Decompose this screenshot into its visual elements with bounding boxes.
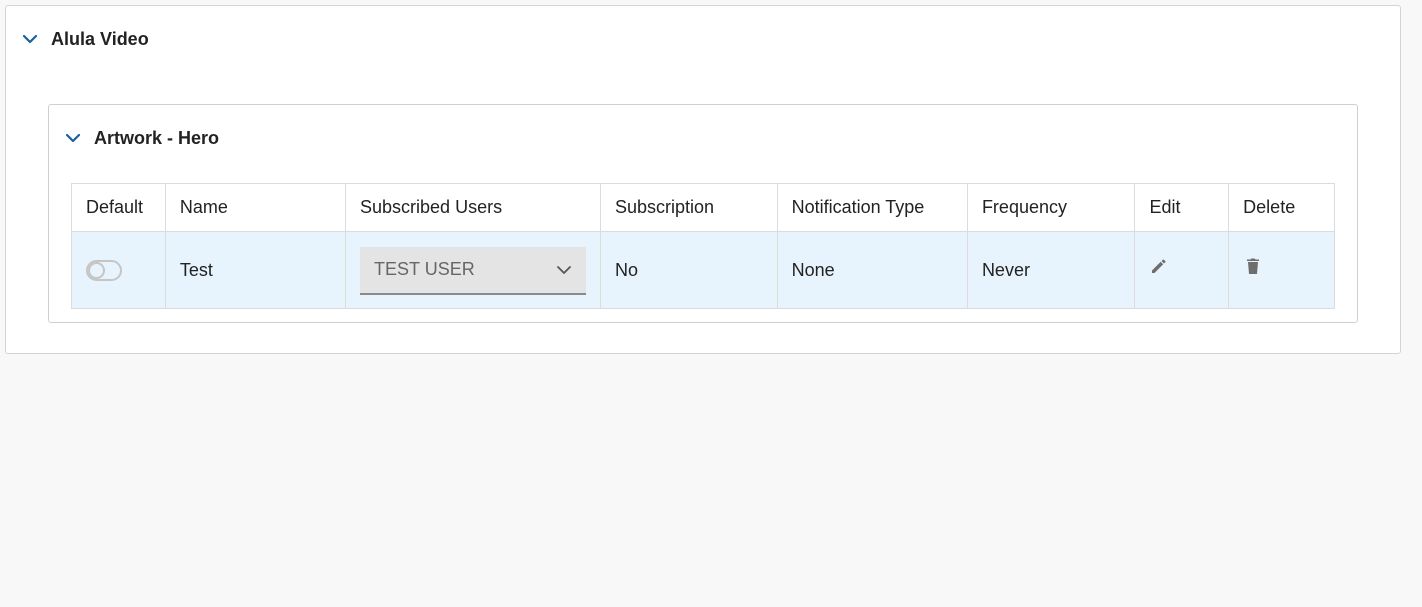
cell-frequency: Never <box>966 231 1136 309</box>
section-header-alula-video[interactable]: Alula Video <box>22 26 149 52</box>
column-header-frequency: Frequency <box>966 183 1136 232</box>
notifications-table: Default Name Subscribed Users Subscripti… <box>71 183 1335 309</box>
cell-notification-type: None <box>776 231 968 309</box>
column-header-default: Default <box>71 183 166 232</box>
column-header-edit: Edit <box>1134 183 1230 232</box>
column-header-subscribed-users: Subscribed Users <box>345 183 602 232</box>
column-header-notification-type: Notification Type <box>776 183 968 232</box>
chevron-down-icon <box>556 262 572 278</box>
pencil-icon[interactable] <box>1149 256 1169 276</box>
cell-name: Test <box>164 231 347 309</box>
subscribed-users-select[interactable]: TEST USER <box>360 246 587 295</box>
chevron-down-icon[interactable] <box>65 130 81 146</box>
section-title: Alula Video <box>51 28 149 49</box>
cell-subscribed-users: TEST USER <box>345 231 602 309</box>
section-alula-video: Alula Video Artwork - Hero Default Name … <box>5 5 1401 354</box>
cell-edit <box>1134 231 1230 309</box>
section-header-artwork-hero[interactable]: Artwork - Hero <box>65 125 219 151</box>
cell-default <box>71 231 166 309</box>
cell-delete <box>1228 231 1335 309</box>
trash-icon[interactable] <box>1243 256 1263 276</box>
select-value: TEST USER <box>374 259 475 279</box>
chevron-down-icon[interactable] <box>22 31 38 47</box>
cell-subscription: No <box>600 231 778 309</box>
subsection-title: Artwork - Hero <box>94 127 220 148</box>
column-header-subscription: Subscription <box>600 183 778 232</box>
subsection-artwork-hero: Artwork - Hero Default Name Subscribed U… <box>48 104 1358 323</box>
column-header-delete: Delete <box>1228 183 1335 232</box>
column-header-name: Name <box>164 183 347 232</box>
table-header-row: Default Name Subscribed Users Subscripti… <box>71 183 1335 232</box>
toggle-knob <box>88 261 105 279</box>
table-row: Test TEST USER No None Never <box>71 231 1335 309</box>
default-toggle[interactable] <box>86 259 122 281</box>
